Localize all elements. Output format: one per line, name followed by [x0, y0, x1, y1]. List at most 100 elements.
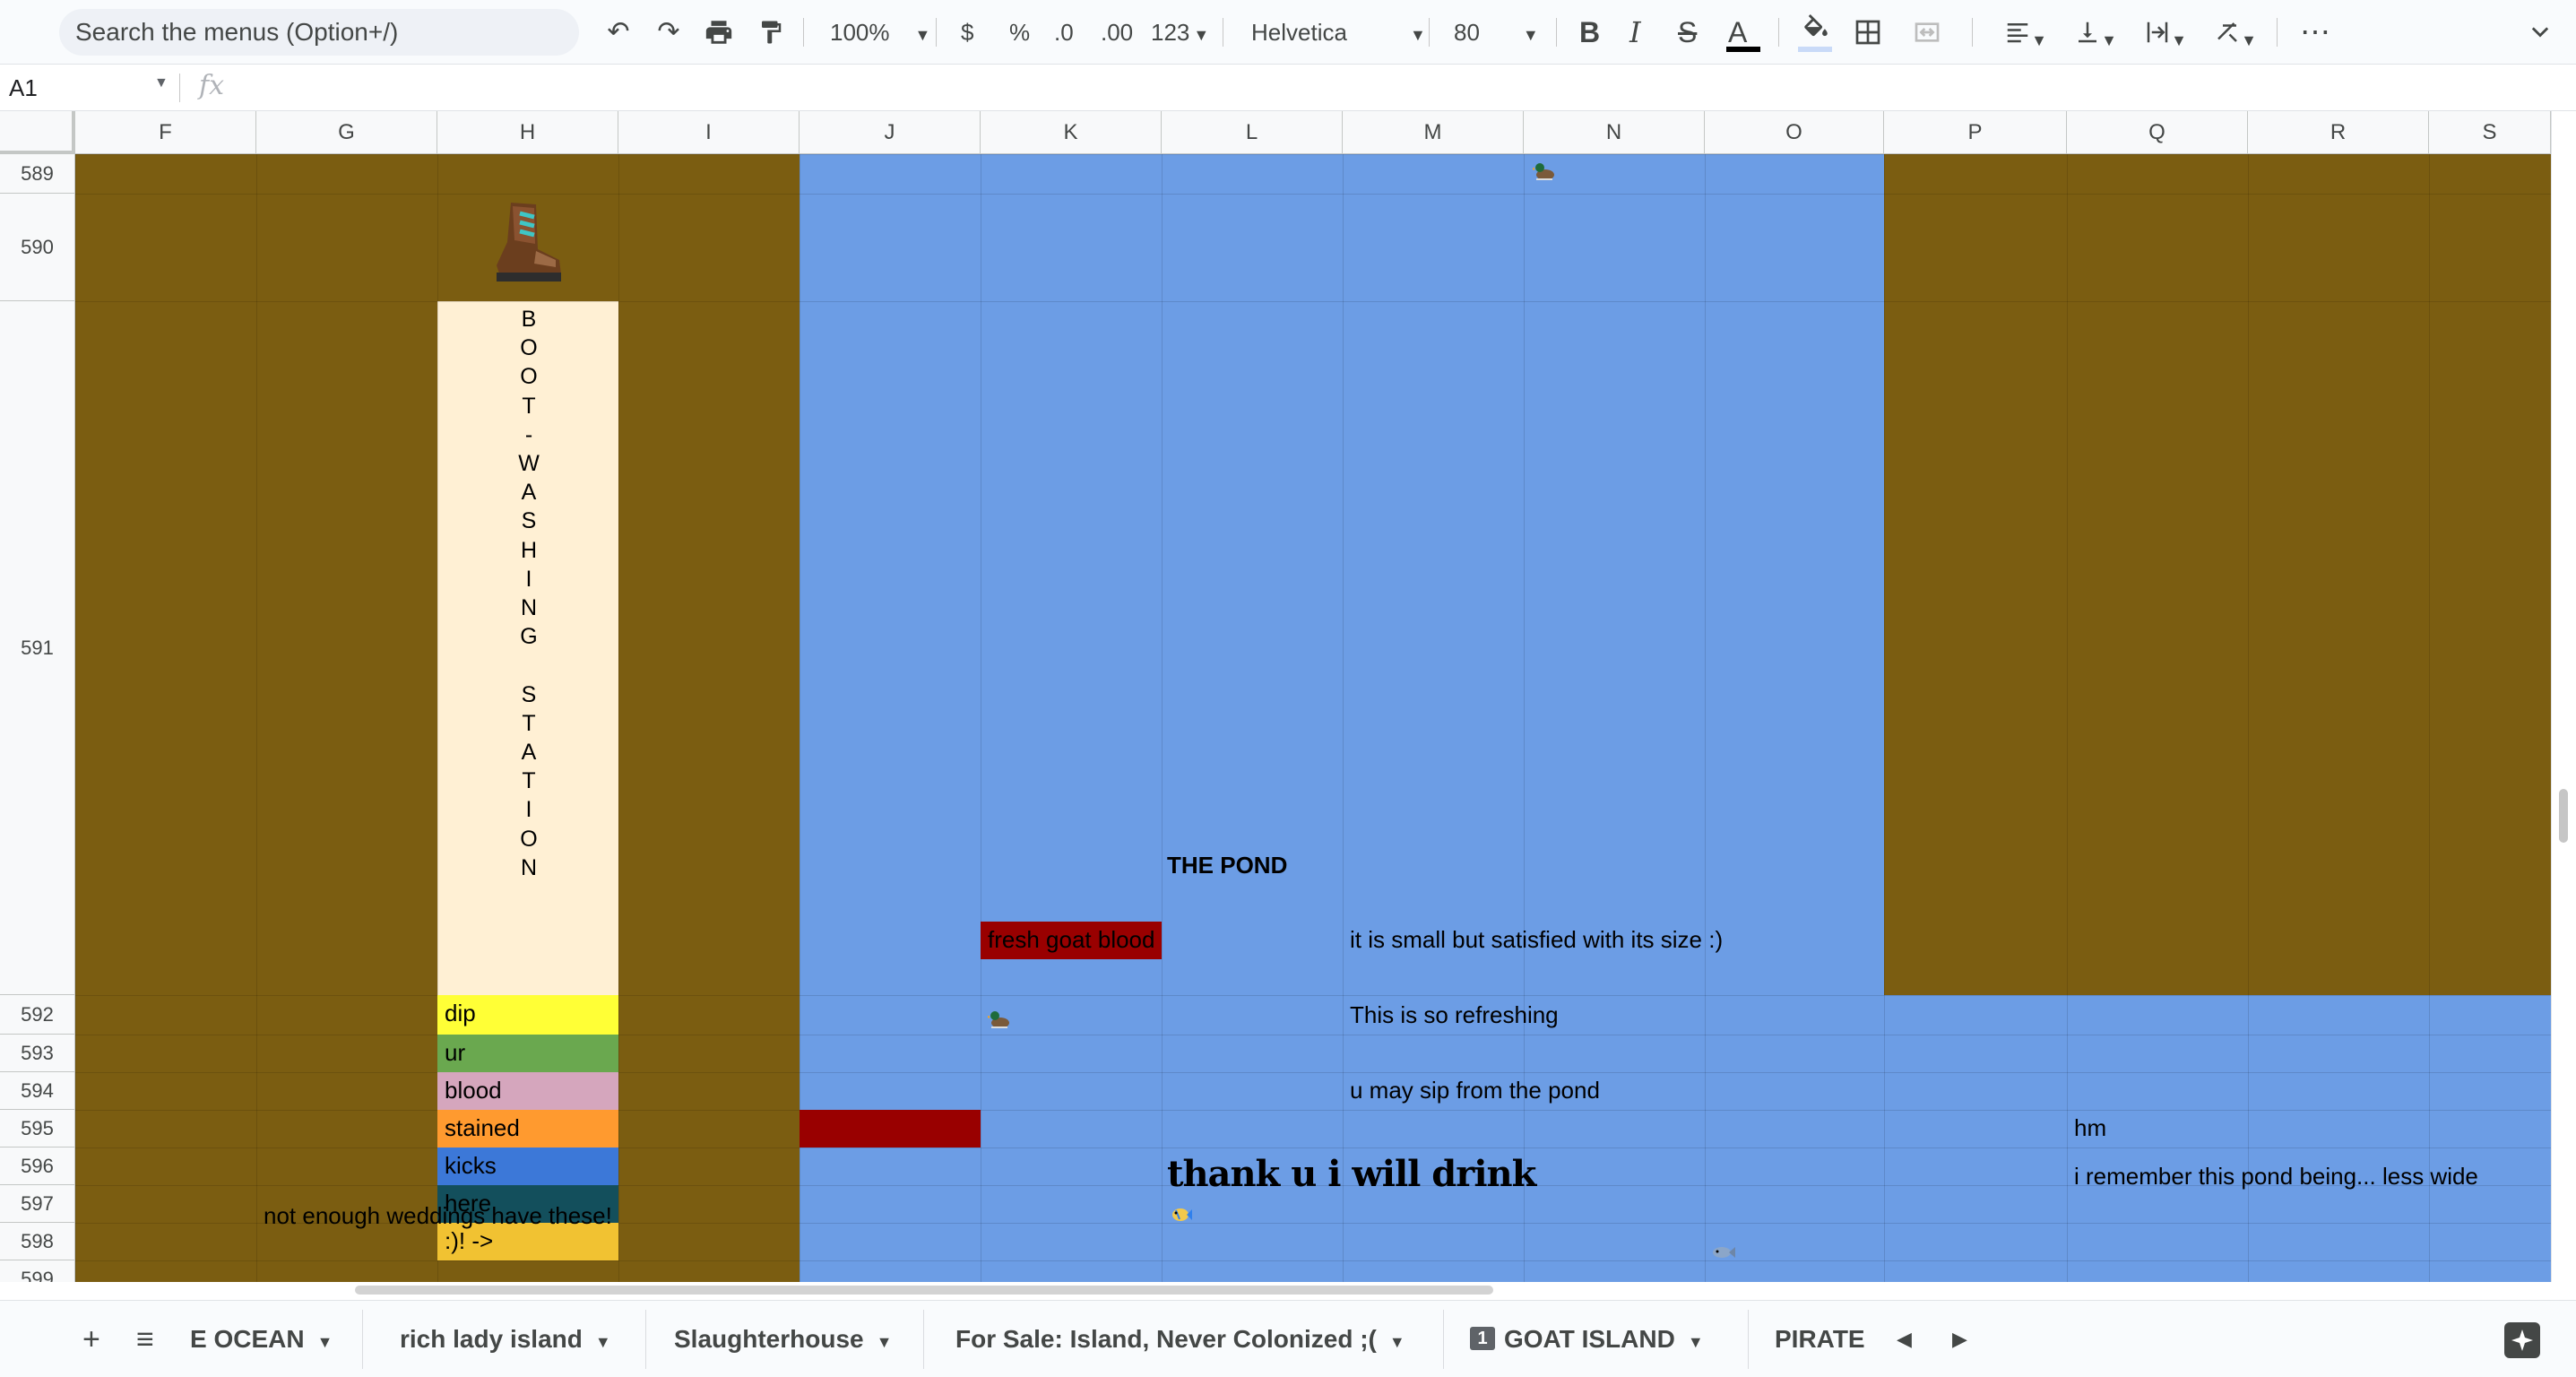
- percent-format-button[interactable]: %: [1009, 11, 1030, 54]
- sip-text: u may sip from the pond: [1350, 1077, 1600, 1104]
- search-menus-input[interactable]: Search the menus (Option+/): [59, 9, 579, 56]
- row-header-592[interactable]: 592: [0, 995, 75, 1035]
- boot-label-text: ur: [445, 1039, 466, 1066]
- formula-divider: [179, 74, 180, 102]
- tab-divider: [1443, 1310, 1444, 1369]
- merge-cells-icon[interactable]: ▼: [1900, 11, 1954, 93]
- grid-vline: [1705, 154, 1706, 1284]
- column-header-g[interactable]: G: [256, 111, 437, 154]
- text-rotation-icon[interactable]: ▼: [2207, 11, 2264, 54]
- text-color-swatch: [1726, 47, 1760, 52]
- strikethrough-button[interactable]: S: [1678, 11, 1697, 54]
- vertical-align-icon[interactable]: ▼: [2067, 11, 2124, 54]
- currency-format-button[interactable]: $: [961, 11, 973, 54]
- hm-text: hm: [2074, 1114, 2107, 1141]
- name-box-dropdown-icon[interactable]: ▼: [154, 75, 169, 91]
- grid-vline: [618, 154, 619, 1284]
- toolbar-divider: [1972, 18, 1973, 47]
- grid-vline: [2248, 154, 2249, 1284]
- italic-button[interactable]: I: [1629, 11, 1641, 54]
- row-header-597[interactable]: 597: [0, 1185, 75, 1223]
- tab-ocean[interactable]: E OCEAN ▼: [190, 1317, 333, 1362]
- spreadsheet-grid[interactable]: FGHIJKLMNOPQRS 589 590 591 592 593 594 595 596 5…: [0, 111, 2576, 1284]
- scroll-tabs-left-icon[interactable]: ◀: [1897, 1317, 1912, 1362]
- tab-divider: [923, 1310, 924, 1369]
- row-header-589[interactable]: 589: [0, 154, 75, 194]
- column-header-k[interactable]: K: [981, 111, 1162, 154]
- toolbar-divider: [1556, 18, 1557, 47]
- font-size-select[interactable]: 80 ▼: [1454, 11, 1539, 54]
- redo-icon[interactable]: ↷: [649, 11, 688, 54]
- column-header-i[interactable]: I: [618, 111, 800, 154]
- add-sheet-button[interactable]: +: [82, 1317, 100, 1362]
- row-header-591[interactable]: 591: [0, 301, 75, 995]
- bold-button[interactable]: B: [1579, 11, 1600, 54]
- grid-vline: [1524, 154, 1525, 1284]
- row-header-590[interactable]: 590: [0, 194, 75, 301]
- row-header-594[interactable]: 594: [0, 1072, 75, 1110]
- tab-slaughterhouse[interactable]: Slaughterhouse ▼: [674, 1317, 892, 1362]
- boot-washing-station-title: B O O T - W A S H I N G S T A T I O N: [518, 307, 540, 880]
- toolbar-divider: [1778, 18, 1779, 47]
- sheet-tab-bar: + ≡ E OCEAN ▼ rich lady island ▼ Slaughter…: [0, 1300, 2576, 1377]
- column-header-f[interactable]: F: [75, 111, 256, 154]
- decrease-decimal-button[interactable]: .0: [1054, 11, 1074, 54]
- row-header-598[interactable]: 598: [0, 1223, 75, 1260]
- row-header-595[interactable]: 595: [0, 1110, 75, 1148]
- print-icon[interactable]: [699, 11, 739, 54]
- column-header-s[interactable]: S: [2429, 111, 2551, 154]
- column-header-j[interactable]: J: [800, 111, 981, 154]
- vertical-scrollbar[interactable]: [2551, 111, 2576, 1284]
- grid-vline: [1343, 154, 1344, 1284]
- function-icon: fx: [199, 70, 225, 101]
- grid-hline: [75, 154, 2551, 155]
- number-format-select[interactable]: 123 ▼: [1151, 11, 1209, 54]
- horizontal-scroll-thumb[interactable]: [355, 1286, 1493, 1295]
- row-header-593[interactable]: 593: [0, 1035, 75, 1072]
- text-wrapping-icon[interactable]: ▼: [2137, 11, 2194, 54]
- column-header-r[interactable]: R: [2248, 111, 2429, 154]
- paint-format-icon[interactable]: [751, 11, 791, 54]
- formula-input[interactable]: [256, 70, 2551, 106]
- fill-color-swatch: [1798, 47, 1832, 52]
- font-family-select[interactable]: Helvetica ▼: [1251, 11, 1426, 54]
- tropical-fish-icon: [1171, 1205, 1192, 1225]
- select-all-corner[interactable]: [0, 111, 75, 154]
- tab-for-sale-island[interactable]: For Sale: Island, Never Colonized ;(▼: [955, 1317, 1405, 1362]
- horizontal-scrollbar[interactable]: [0, 1282, 2576, 1298]
- zoom-select[interactable]: 100% ▼: [830, 11, 930, 54]
- explore-icon[interactable]: [2504, 1322, 2540, 1358]
- grid-hline: [75, 1260, 2551, 1261]
- toolbar-divider: [803, 18, 804, 47]
- column-header-o[interactable]: O: [1705, 111, 1884, 154]
- name-box[interactable]: A1: [9, 72, 170, 104]
- column-header-h[interactable]: H: [437, 111, 618, 154]
- column-header-m[interactable]: M: [1343, 111, 1524, 154]
- undo-icon[interactable]: ↶: [599, 11, 638, 54]
- horizontal-align-icon[interactable]: ▼: [1997, 11, 2054, 54]
- tab-rich-lady-island[interactable]: rich lady island ▼: [400, 1317, 611, 1362]
- toolbar-divider: [1429, 18, 1430, 47]
- fresh-goat-blood-text: fresh goat blood: [988, 926, 1155, 953]
- tab-pirate-island[interactable]: PIRATE I: [1775, 1317, 1873, 1362]
- vertical-scroll-thumb[interactable]: [2559, 789, 2568, 843]
- column-header-l[interactable]: L: [1162, 111, 1343, 154]
- row-header-599[interactable]: 599: [0, 1260, 75, 1284]
- all-sheets-button[interactable]: ≡: [136, 1317, 154, 1362]
- hiking-boot-icon: [484, 197, 565, 287]
- column-header-q[interactable]: Q: [2067, 111, 2248, 154]
- column-header-n[interactable]: N: [1524, 111, 1705, 154]
- grid-vline: [2429, 154, 2430, 1284]
- boot-label-text: kicks: [445, 1152, 497, 1179]
- tab-goat-island[interactable]: 1 GOAT ISLAND ▼: [1470, 1317, 1704, 1362]
- column-header-p[interactable]: P: [1884, 111, 2067, 154]
- borders-icon[interactable]: [1848, 11, 1888, 54]
- tab-divider: [1748, 1310, 1749, 1369]
- row-header-596[interactable]: 596: [0, 1148, 75, 1185]
- scroll-tabs-right-icon[interactable]: ▶: [1952, 1317, 1967, 1362]
- weddings-text: not enough weddings have these!: [264, 1202, 612, 1229]
- grid-hline: [75, 194, 2551, 195]
- collapse-toolbar-icon[interactable]: [2522, 11, 2558, 54]
- increase-decimal-button[interactable]: .00: [1101, 11, 1133, 54]
- more-options-button[interactable]: ⋯: [2300, 11, 2330, 54]
